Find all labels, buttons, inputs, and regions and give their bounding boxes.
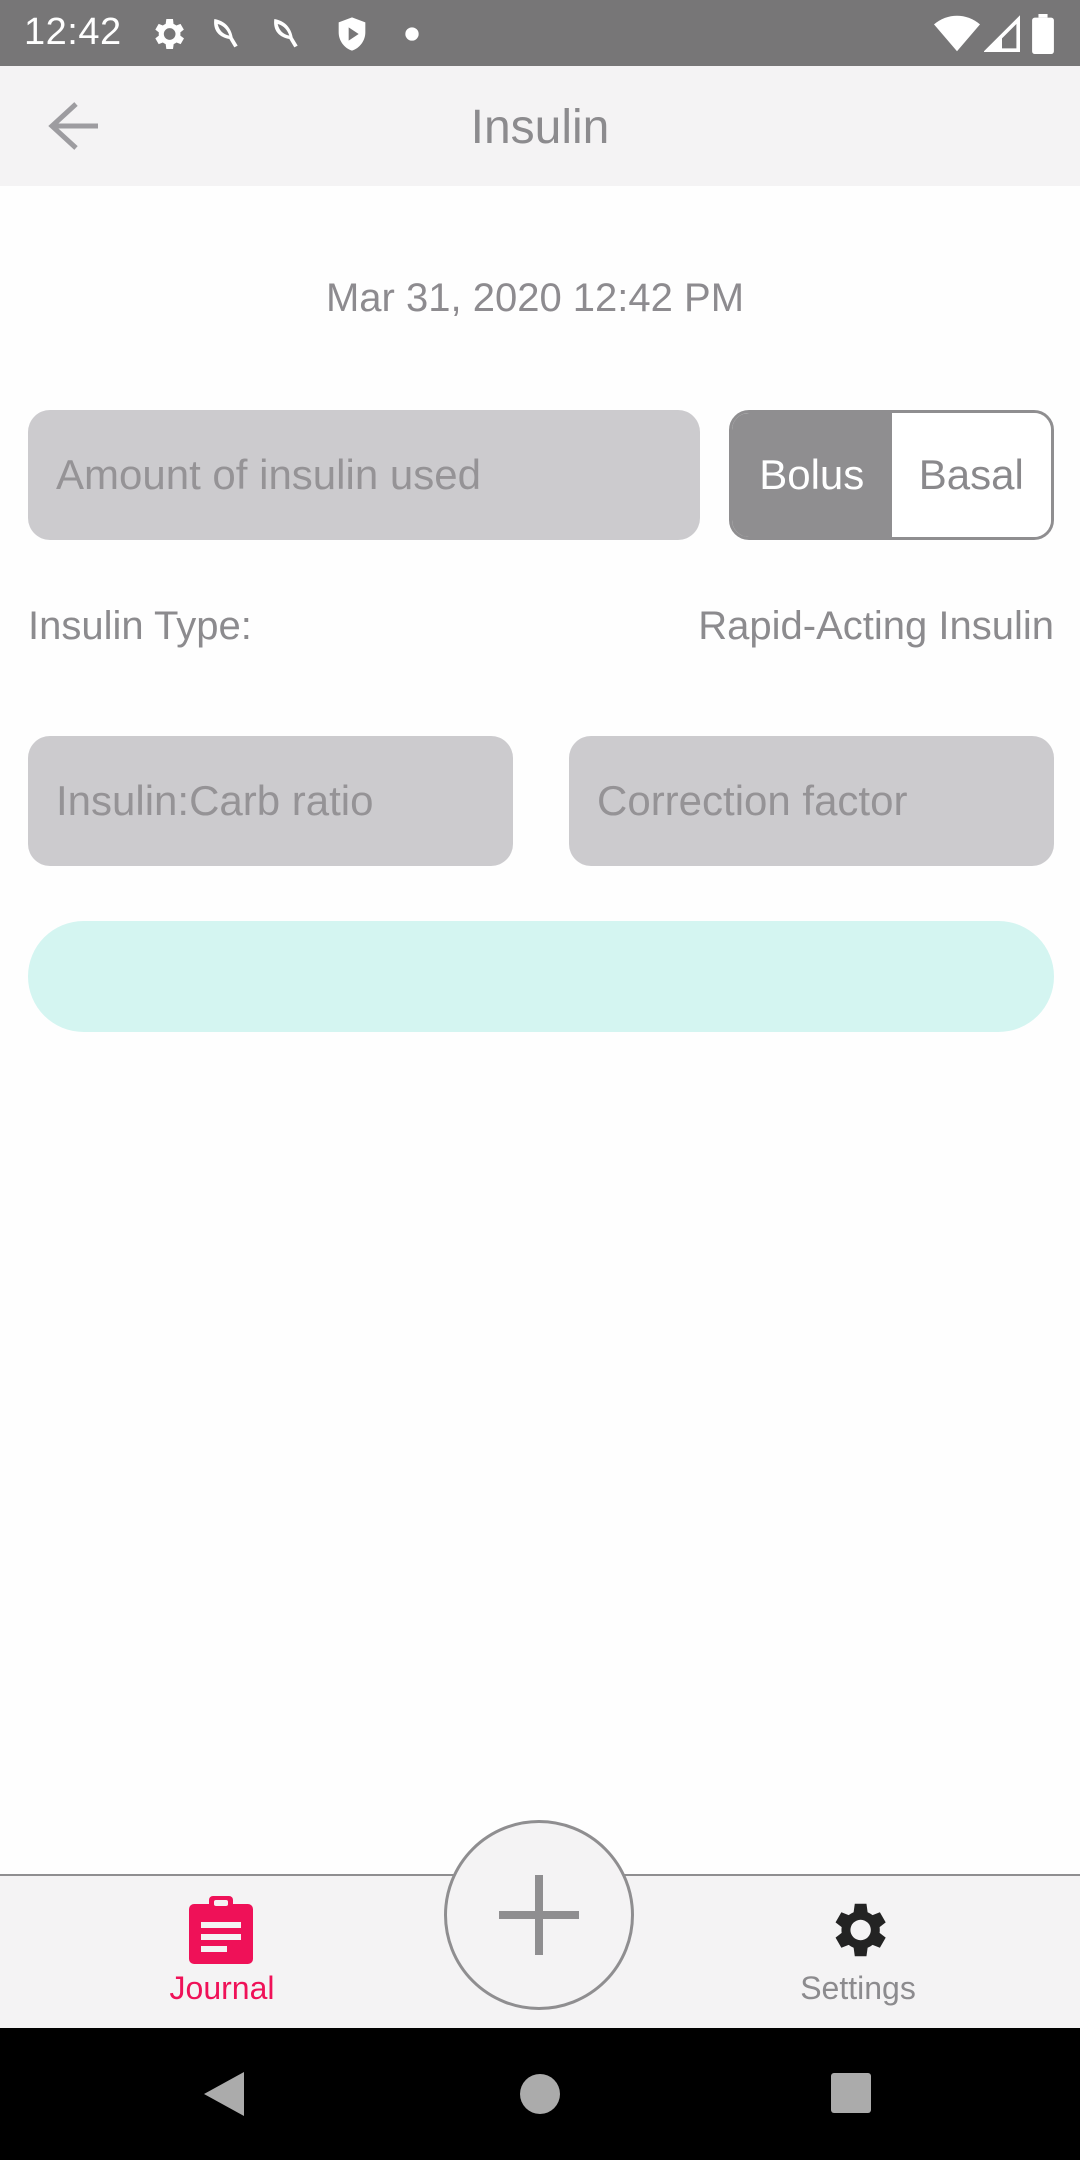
- bolus-option[interactable]: Bolus: [732, 413, 892, 537]
- nav-settings[interactable]: Settings: [748, 1876, 968, 2028]
- carb-ratio-placeholder: Insulin:Carb ratio: [56, 777, 374, 824]
- recents-square-icon[interactable]: [830, 2072, 872, 2114]
- carb-ratio-field[interactable]: Insulin:Carb ratio: [28, 736, 513, 866]
- save-button[interactable]: [28, 921, 1054, 1032]
- plus-icon: [499, 1875, 579, 1955]
- dot-icon: [405, 27, 419, 41]
- nav-journal-label: Journal: [169, 1970, 275, 2006]
- home-circle-icon[interactable]: [518, 2072, 562, 2116]
- status-bar: 12:42: [0, 0, 1080, 66]
- datetime-selector[interactable]: Mar 31, 2020 12:42 PM: [0, 276, 1070, 321]
- wifi-icon: [934, 15, 980, 52]
- nav-settings-label: Settings: [800, 1970, 916, 2006]
- shield-icon: [338, 17, 366, 51]
- insulin-type-label: Insulin Type:: [28, 604, 252, 648]
- leaf-icon: [274, 19, 298, 48]
- insulin-mode-toggle: Bolus Basal: [729, 410, 1054, 540]
- leaf-icon: [214, 19, 238, 48]
- insulin-type-value[interactable]: Rapid-Acting Insulin: [698, 604, 1054, 649]
- clipboard-icon: [189, 1896, 253, 1964]
- cell-signal-icon: [984, 15, 1020, 52]
- back-triangle-icon[interactable]: [202, 2070, 246, 2118]
- battery-icon: [1032, 14, 1054, 54]
- nav-journal[interactable]: Journal: [112, 1876, 332, 2028]
- correction-factor-placeholder: Correction factor: [597, 777, 908, 824]
- gear-icon: [155, 19, 184, 49]
- status-time: 12:42: [24, 11, 122, 53]
- insulin-amount-field[interactable]: Amount of insulin used: [28, 410, 700, 540]
- gear-icon: [835, 1903, 886, 1957]
- insulin-amount-placeholder: Amount of insulin used: [56, 451, 481, 498]
- add-entry-button[interactable]: [444, 1820, 634, 2010]
- app-bar: Insulin: [0, 66, 1080, 186]
- basal-option[interactable]: Basal: [891, 413, 1051, 537]
- page-title: Insulin: [470, 101, 610, 154]
- correction-factor-field[interactable]: Correction factor: [569, 736, 1054, 866]
- system-navigation-bar: [0, 2028, 1080, 2160]
